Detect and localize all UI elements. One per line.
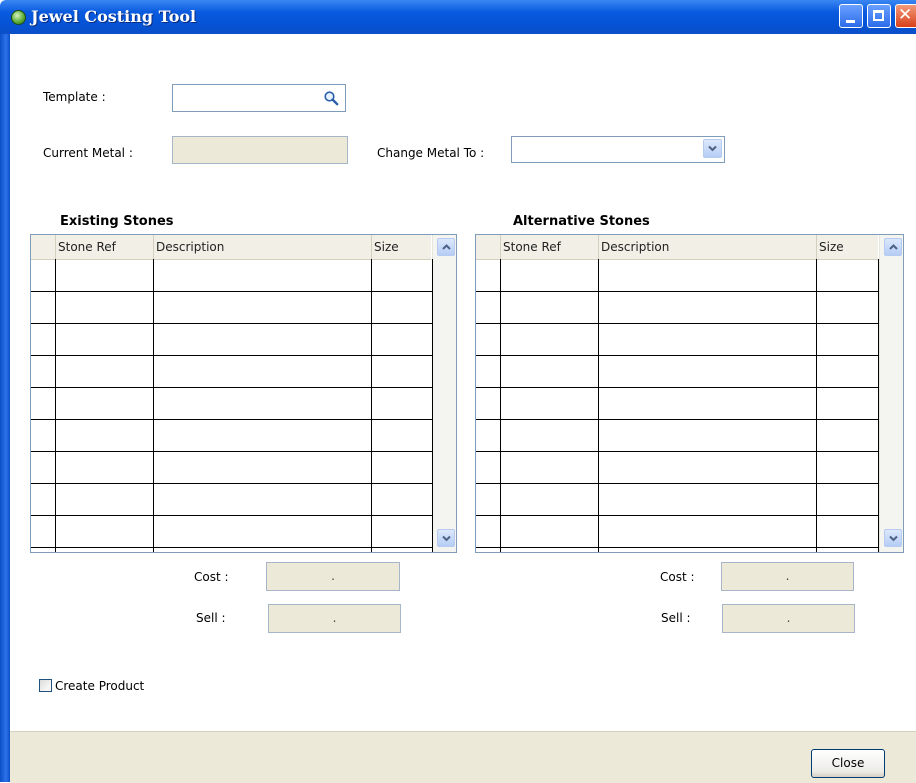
grid-column-line bbox=[432, 259, 433, 552]
grid-column-line bbox=[153, 259, 154, 552]
grid-column-line bbox=[55, 259, 56, 552]
grid-row-line bbox=[31, 291, 433, 292]
app-globe-icon bbox=[11, 10, 26, 25]
vertical-scrollbar[interactable] bbox=[879, 235, 903, 552]
scroll-up-button[interactable] bbox=[884, 238, 902, 256]
chevron-up-icon bbox=[889, 244, 898, 250]
scroll-down-button[interactable] bbox=[884, 529, 902, 547]
column-header-stone-ref[interactable]: Stone Ref bbox=[500, 235, 598, 259]
grid-row-line bbox=[31, 323, 433, 324]
close-icon: ✕ bbox=[898, 5, 913, 25]
grid-header: Stone Ref Description Size bbox=[31, 235, 431, 260]
grid-row-line bbox=[31, 387, 433, 388]
minimize-button[interactable] bbox=[839, 4, 863, 28]
close-button[interactable]: Close bbox=[811, 749, 885, 778]
window-close-button[interactable]: ✕ bbox=[895, 4, 916, 28]
title-bar[interactable]: Jewel Costing Tool ✕ bbox=[0, 0, 916, 34]
scroll-up-button[interactable] bbox=[437, 238, 455, 256]
existing-stones-title: Existing Stones bbox=[60, 214, 174, 229]
create-product-checkbox[interactable] bbox=[39, 679, 52, 692]
alternative-cost-label: Cost : bbox=[660, 570, 695, 584]
grid-row-line bbox=[476, 547, 879, 548]
maximize-icon bbox=[873, 10, 884, 21]
current-metal-field bbox=[172, 136, 348, 164]
vertical-scrollbar[interactable] bbox=[432, 235, 456, 552]
existing-cost-label: Cost : bbox=[194, 570, 229, 584]
close-button-label: Close bbox=[831, 756, 865, 770]
maximize-button[interactable] bbox=[867, 4, 891, 28]
chevron-down-icon bbox=[442, 535, 451, 542]
existing-stones-grid[interactable]: Stone Ref Description Size bbox=[30, 234, 457, 553]
alternative-stones-title: Alternative Stones bbox=[513, 214, 650, 229]
dropdown-button[interactable] bbox=[703, 139, 722, 158]
column-header-description[interactable]: Description bbox=[598, 235, 816, 259]
grid-row-line bbox=[476, 451, 879, 452]
window-title: Jewel Costing Tool bbox=[31, 7, 197, 26]
chevron-down-icon bbox=[889, 535, 898, 542]
search-icon[interactable] bbox=[323, 90, 339, 106]
grid-row-line bbox=[476, 387, 879, 388]
change-metal-label: Change Metal To : bbox=[377, 146, 485, 160]
grid-row-line bbox=[476, 355, 879, 356]
minimize-icon bbox=[846, 20, 855, 23]
chevron-down-icon bbox=[708, 145, 717, 152]
grid-row-line bbox=[476, 419, 879, 420]
grid-row-line bbox=[476, 323, 879, 324]
alternative-cost-field: . bbox=[721, 562, 854, 591]
form-content: Template : Current Metal : Change Metal … bbox=[10, 34, 916, 731]
chevron-up-icon bbox=[442, 244, 451, 250]
grid-row-line bbox=[31, 547, 433, 548]
current-metal-label: Current Metal : bbox=[43, 146, 133, 160]
grid-row-line bbox=[31, 451, 433, 452]
window-frame-left bbox=[0, 34, 10, 782]
grid-column-line bbox=[598, 259, 599, 552]
column-header-size[interactable]: Size bbox=[371, 235, 431, 259]
scroll-down-button[interactable] bbox=[437, 529, 455, 547]
grid-row-line bbox=[31, 419, 433, 420]
grid-row-line bbox=[476, 515, 879, 516]
grid-column-line bbox=[500, 259, 501, 552]
column-header-size[interactable]: Size bbox=[816, 235, 878, 259]
grid-column-line bbox=[878, 259, 879, 552]
grid-header: Stone Ref Description Size bbox=[476, 235, 878, 260]
grid-column-line bbox=[816, 259, 817, 552]
column-header-stone-ref[interactable]: Stone Ref bbox=[55, 235, 153, 259]
alternative-stones-grid[interactable]: Stone Ref Description Size bbox=[475, 234, 904, 553]
create-product-label[interactable]: Create Product bbox=[55, 679, 144, 693]
template-label: Template : bbox=[43, 90, 106, 104]
grid-row-line bbox=[31, 355, 433, 356]
footer-bar: Close bbox=[10, 731, 916, 783]
column-header-description[interactable]: Description bbox=[153, 235, 371, 259]
grid-row-line bbox=[31, 483, 433, 484]
grid-column-line bbox=[371, 259, 372, 552]
alternative-sell-field: . bbox=[722, 604, 855, 633]
client-area: Template : Current Metal : Change Metal … bbox=[10, 34, 916, 783]
existing-sell-field: . bbox=[268, 604, 401, 633]
existing-sell-label: Sell : bbox=[196, 611, 226, 625]
change-metal-dropdown[interactable] bbox=[511, 136, 725, 163]
template-search-input[interactable] bbox=[172, 84, 346, 112]
grid-row-line bbox=[31, 515, 433, 516]
alternative-sell-label: Sell : bbox=[661, 611, 691, 625]
existing-cost-field: . bbox=[266, 562, 400, 591]
grid-row-line bbox=[476, 483, 879, 484]
grid-row-line bbox=[476, 291, 879, 292]
